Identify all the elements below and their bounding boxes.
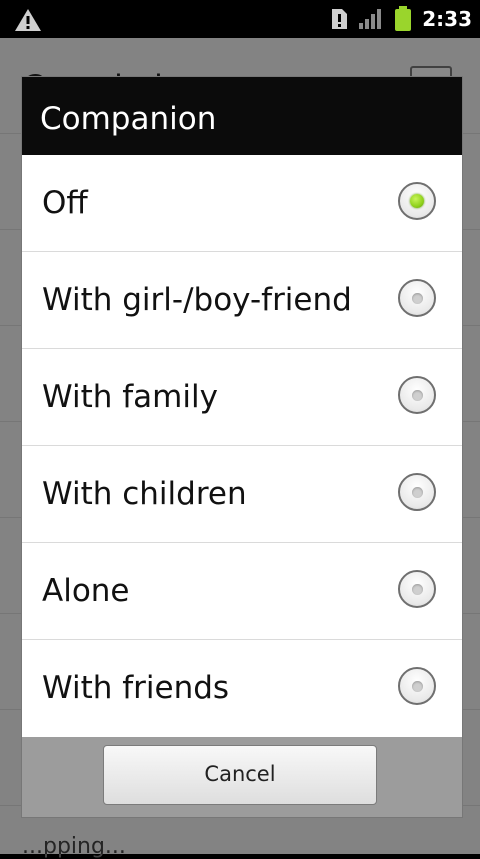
signal-icon <box>359 9 382 29</box>
radio-button[interactable] <box>398 570 436 608</box>
sd-card-icon <box>332 9 348 29</box>
radio-button[interactable] <box>398 376 436 414</box>
companion-dialog: Companion Off With girl-/boy-friend With… <box>22 77 462 817</box>
radio-button[interactable] <box>398 279 436 317</box>
dialog-title-bar: Companion <box>22 77 462 155</box>
option-label: With girl-/boy-friend <box>42 282 352 318</box>
option-girl-boy-friend[interactable]: With girl-/boy-friend <box>22 252 462 349</box>
option-off[interactable]: Off <box>22 155 462 252</box>
option-label: Off <box>42 185 88 221</box>
radio-button-selected[interactable] <box>398 182 436 220</box>
cancel-button-label: Cancel <box>204 762 276 786</box>
option-list: Off With girl-/boy-friend With family Wi… <box>22 155 462 736</box>
option-label: With friends <box>42 670 230 706</box>
option-label: Alone <box>42 573 130 609</box>
option-friends[interactable]: With friends <box>22 640 462 736</box>
option-label: With children <box>42 476 247 512</box>
battery-icon <box>395 6 412 31</box>
radio-button[interactable] <box>398 473 436 511</box>
status-bar: 2:33 <box>0 0 480 38</box>
dialog-footer: Cancel <box>22 737 462 817</box>
option-alone[interactable]: Alone <box>22 543 462 640</box>
status-time: 2:33 <box>422 7 472 31</box>
warning-icon <box>15 9 41 31</box>
option-label: With family <box>42 379 218 415</box>
dialog-title: Companion <box>40 101 217 137</box>
option-family[interactable]: With family <box>22 349 462 446</box>
option-children[interactable]: With children <box>22 446 462 543</box>
radio-button[interactable] <box>398 667 436 705</box>
status-icons: 2:33 <box>330 0 472 38</box>
cancel-button[interactable]: Cancel <box>103 745 377 805</box>
